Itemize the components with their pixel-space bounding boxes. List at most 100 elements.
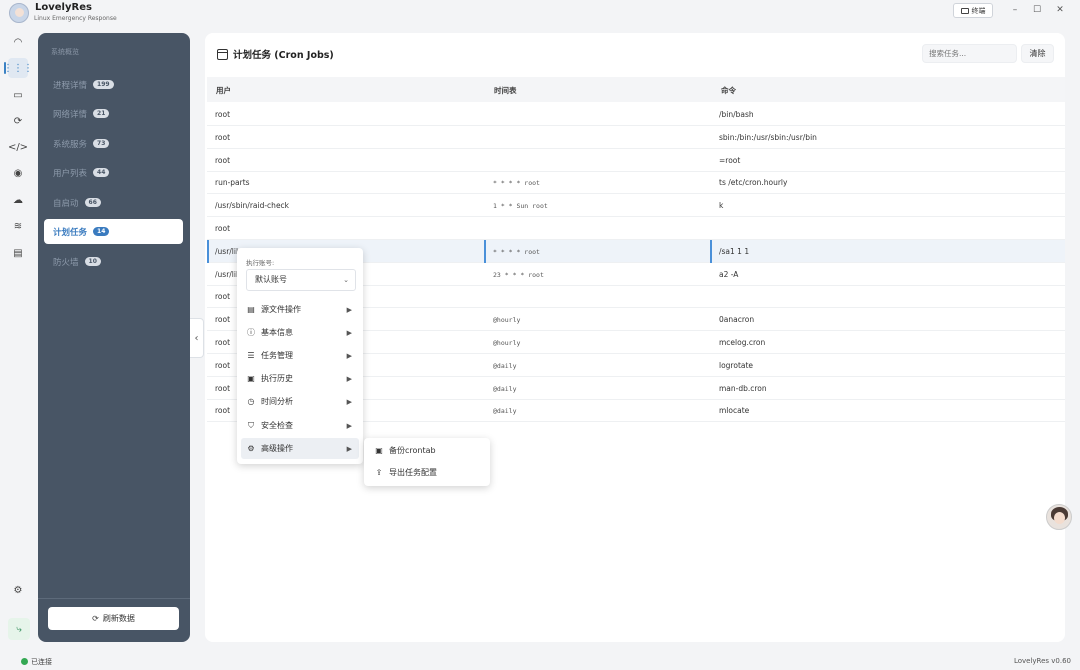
- sidebar-item-services[interactable]: 系统服务 73: [44, 131, 183, 156]
- table-row[interactable]: root =root: [207, 149, 1065, 172]
- sidebar-item-label: 用户列表: [53, 168, 88, 179]
- menu-item-label: 时间分析: [261, 397, 293, 406]
- menu-item-exec-history[interactable]: ▣ 执行历史 ▶: [241, 368, 359, 389]
- app-logo: [9, 3, 29, 23]
- search-input[interactable]: [922, 44, 1017, 63]
- cell-schedule: * * * * root: [493, 179, 540, 188]
- table-header: 用户 时间表 命令: [207, 77, 1065, 102]
- database-icon[interactable]: ≋: [8, 216, 28, 236]
- document-icon[interactable]: ▤: [8, 243, 28, 263]
- cloud-icon[interactable]: ☁: [8, 190, 28, 210]
- close-button[interactable]: ✕: [1051, 4, 1069, 16]
- connection-status: 已连接: [31, 658, 52, 666]
- save-icon: ▣: [375, 446, 383, 455]
- cell-command: man-db.cron: [719, 383, 767, 393]
- bell-icon[interactable]: ◉: [8, 163, 28, 183]
- panel-header: 计划任务 (Cron Jobs): [217, 47, 334, 61]
- submenu-item-export-config[interactable]: ⇪ 导出任务配置: [368, 462, 486, 483]
- chevron-right-icon: ▶: [346, 421, 352, 430]
- count-badge: 21: [93, 109, 110, 118]
- gear-icon: ⚙: [247, 443, 255, 453]
- cell-command: ts /etc/cron.hourly: [719, 178, 788, 188]
- account-select[interactable]: 默认账号 ⌄: [246, 269, 356, 291]
- column-header-user[interactable]: 用户: [216, 85, 231, 96]
- settings-icon[interactable]: ⚙: [8, 580, 28, 600]
- table-row[interactable]: root sbin:/bin:/usr/sbin:/usr/bin: [207, 126, 1065, 149]
- folder-icon[interactable]: ▭: [8, 85, 28, 105]
- table-row[interactable]: run-parts * * * * root ts /etc/cron.hourly: [207, 171, 1065, 195]
- chevron-right-icon: ▶: [346, 397, 352, 406]
- cell-command: sbin:/bin:/usr/sbin:/usr/bin: [719, 132, 817, 142]
- sidebar-item-network[interactable]: 网络详情 21: [44, 101, 183, 126]
- table-row[interactable]: /usr/sbin/raid-check 1 * * Sun root k: [207, 194, 1065, 218]
- sidebar-item-autostart[interactable]: 自启动 66: [44, 190, 183, 215]
- cell-command: /bin/bash: [719, 110, 754, 119]
- maximize-button[interactable]: ☐: [1028, 4, 1046, 16]
- sidebar-item-users[interactable]: 用户列表 44: [44, 160, 183, 185]
- chevron-right-icon: ▶: [346, 305, 352, 314]
- cell-user: root: [215, 383, 231, 393]
- cell-selection-marker: [484, 239, 486, 263]
- chevron-right-icon: ▶: [346, 444, 352, 453]
- table-row[interactable]: root: [207, 217, 1065, 240]
- table-row[interactable]: root/bin/bash: [207, 103, 1065, 126]
- cell-command: a2 -A: [719, 269, 739, 279]
- collapse-sidebar-button[interactable]: ‹: [190, 318, 204, 358]
- cell-schedule: * * * * root: [493, 247, 540, 256]
- terminal-button[interactable]: 终端: [953, 3, 993, 18]
- sidebar-item-processes[interactable]: 进程详情 199: [44, 72, 183, 97]
- file-icon: ▤: [247, 304, 255, 314]
- menu-item-task-management[interactable]: ☰ 任务管理 ▶: [241, 345, 359, 366]
- sidebar-section-title: 系统概览: [51, 48, 79, 56]
- account-label: 执行账号:: [246, 259, 275, 267]
- cell-command: /sa1 1 1: [719, 246, 750, 256]
- sidebar-item-label: 防火墙: [53, 257, 79, 268]
- column-header-command[interactable]: 命令: [721, 85, 736, 96]
- cell-selection-marker: [207, 239, 209, 263]
- count-badge: 14: [93, 227, 110, 236]
- count-badge: 66: [84, 198, 101, 207]
- menu-item-label: 任务管理: [261, 351, 293, 360]
- menu-item-security-check[interactable]: ⛉ 安全检查 ▶: [241, 415, 359, 436]
- refresh-button-label: 刷新数据: [102, 614, 135, 623]
- cell-user: run-parts: [215, 178, 250, 188]
- sidebar-item-firewall[interactable]: 防火墙 10: [44, 249, 183, 274]
- cell-user: root: [215, 155, 231, 165]
- menu-item-advanced[interactable]: ⚙ 高级操作 ▶: [241, 438, 359, 459]
- submenu-item-backup-crontab[interactable]: ▣ 备份crontab: [368, 440, 486, 461]
- sliders-icon: ☰: [247, 350, 255, 360]
- cell-selection-marker: [710, 239, 712, 263]
- menu-item-basic-info[interactable]: ⓘ 基本信息 ▶: [241, 322, 359, 343]
- refresh-button[interactable]: ⟳ 刷新数据: [48, 607, 179, 630]
- cell-schedule: @hourly: [493, 316, 521, 325]
- sync-icon[interactable]: ⟳: [8, 111, 28, 131]
- count-badge: 10: [84, 257, 101, 266]
- connection-icon[interactable]: ⤷: [8, 618, 30, 640]
- sidebar-item-label: 进程详情: [53, 80, 88, 91]
- menu-item-label: 源文件操作: [261, 305, 301, 314]
- sidebar-item-cron[interactable]: 计划任务 14: [44, 219, 183, 244]
- clear-button[interactable]: 清除: [1021, 44, 1054, 63]
- cell-command: mlocate: [719, 406, 750, 416]
- cell-command: logrotate: [719, 360, 754, 370]
- icon-rail: ◠ ⋮⋮⋮ ▭ ⟳ </> ◉ ☁ ≋ ▤ ⚙ ⤷: [0, 30, 36, 650]
- shield-icon: ⛉: [248, 420, 254, 430]
- menu-item-source-file[interactable]: ▤ 源文件操作 ▶: [241, 299, 359, 320]
- assistant-avatar[interactable]: [1046, 504, 1072, 530]
- menu-item-time-analysis[interactable]: ◷ 时间分析 ▶: [241, 391, 359, 412]
- page-title: 计划任务 (Cron Jobs): [233, 50, 334, 61]
- cell-user: root: [215, 132, 231, 142]
- cell-schedule: @hourly: [493, 339, 521, 347]
- history-icon: ▣: [247, 373, 255, 383]
- column-header-schedule[interactable]: 时间表: [494, 85, 517, 96]
- dashboard-icon[interactable]: ◠: [8, 32, 28, 52]
- code-icon[interactable]: </>: [8, 137, 28, 157]
- chevron-right-icon: ▶: [346, 374, 352, 383]
- chevron-right-icon: ▶: [346, 328, 352, 337]
- minimize-button[interactable]: –: [1006, 4, 1024, 16]
- menu-item-label: 执行历史: [261, 374, 293, 383]
- cell-user: /usr/sbin/raid-check: [215, 201, 290, 211]
- sidebar-item-label: 计划任务: [53, 227, 88, 238]
- grid-icon[interactable]: ⋮⋮⋮: [3, 58, 33, 78]
- cell-user: root: [215, 110, 231, 119]
